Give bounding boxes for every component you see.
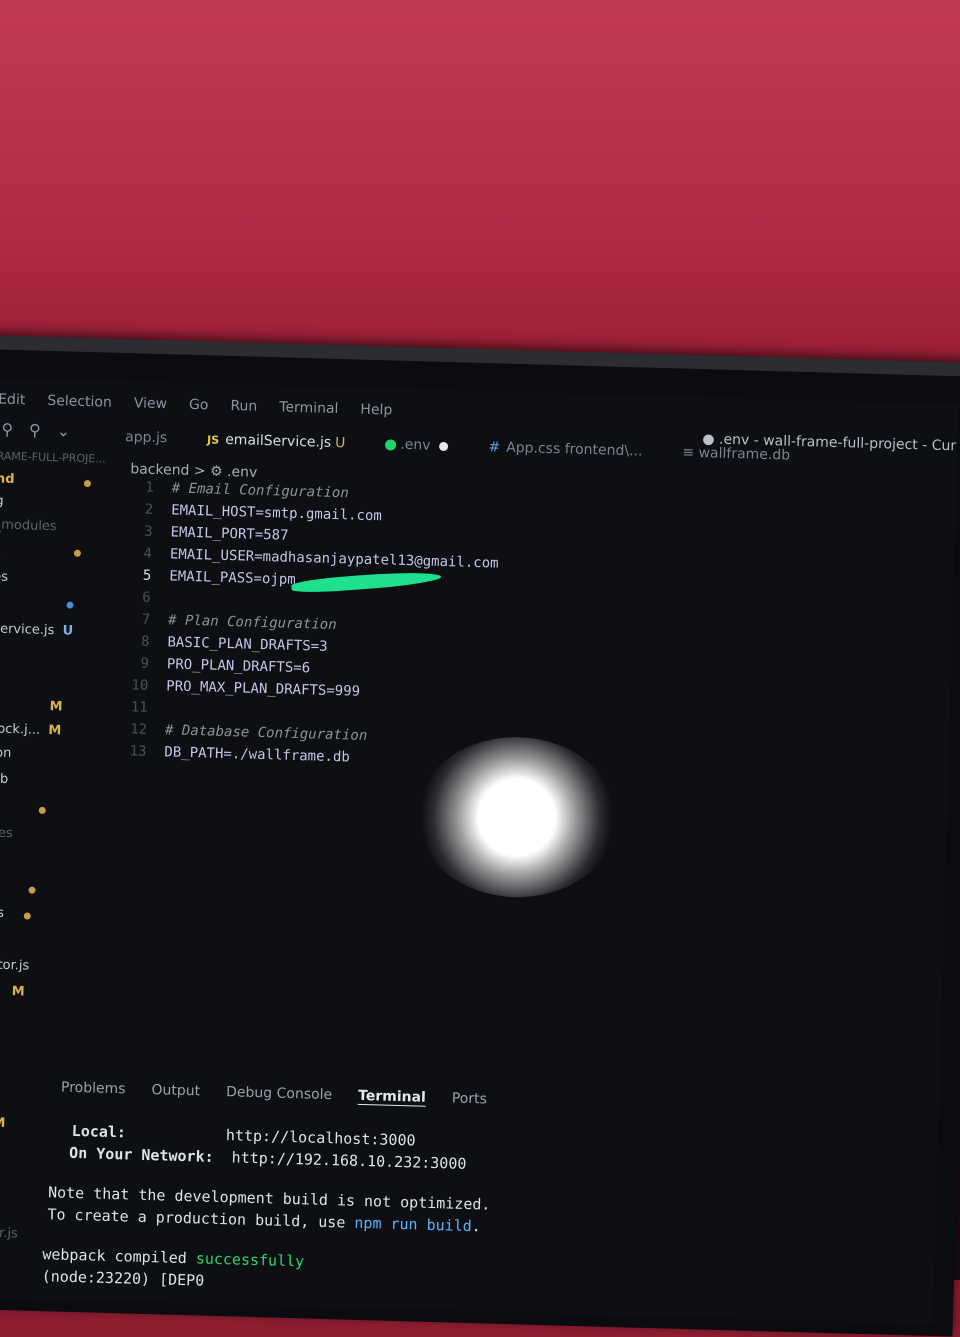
tab-env[interactable]: .env bbox=[385, 436, 449, 454]
gear-icon bbox=[385, 438, 397, 451]
code-line: 2 EMAIL_HOST=smtp.gmail.com bbox=[144, 501, 383, 525]
code-line: 10 PRO_MAX_PLAN_DRAFTS=999 bbox=[131, 677, 361, 700]
breadcrumb-folder[interactable]: backend bbox=[130, 461, 190, 479]
tab-label: emailService.js bbox=[224, 431, 332, 451]
sidebar-item[interactable]: ader.js bbox=[0, 1225, 18, 1241]
code-line: 9 PRO_PLAN_DRAFTS=6 bbox=[140, 655, 311, 677]
tab-label: app.js bbox=[124, 429, 168, 447]
menu-edit[interactable]: Edit bbox=[0, 392, 26, 409]
code-line: 13 DB_PATH=./wallframe.db bbox=[129, 743, 351, 766]
menu-bar: Edit Selection View Go Run Terminal Help bbox=[0, 392, 393, 419]
editor-tabs: app.js JS emailService.js U .env # App.css … bbox=[125, 429, 790, 464]
modified-badge: M bbox=[49, 699, 63, 715]
code-line: 6 bbox=[142, 589, 151, 606]
sidebar-item[interactable]: nd bbox=[0, 472, 15, 488]
modified-dot-icon bbox=[83, 479, 91, 488]
tab-email-service[interactable]: JS emailService.js U bbox=[207, 431, 346, 451]
gear-icon: ⚙ bbox=[209, 463, 223, 480]
sidebar-item[interactable]: js M bbox=[0, 1115, 6, 1131]
sidebar-item-label: -lock.j... bbox=[0, 721, 41, 738]
js-icon: JS bbox=[206, 433, 220, 447]
tab-output[interactable]: Output bbox=[151, 1082, 200, 1100]
modified-dot-icon bbox=[73, 549, 82, 557]
tab-app-css[interactable]: # App.css frontend\... bbox=[488, 439, 642, 459]
search-icon[interactable]: ⚲ bbox=[1, 420, 13, 439]
sidebar-item-package-lock[interactable]: -lock.j... M bbox=[0, 721, 61, 738]
sidebar-item-email-service[interactable]: Service.js U bbox=[0, 621, 73, 638]
code-line: 8 BASIC_PLAN_DRAFTS=3 bbox=[140, 633, 328, 655]
code-line: 3 EMAIL_PORT=587 bbox=[143, 523, 289, 544]
sidebar-item[interactable]: nts bbox=[0, 905, 4, 921]
code-line: 1 # Email Configuration bbox=[145, 479, 349, 502]
menu-selection[interactable]: Selection bbox=[47, 393, 112, 411]
chevron-down-icon[interactable]: ⌄ bbox=[57, 421, 71, 440]
tab-wallframe-db[interactable]: ≡ wallframe.db bbox=[682, 445, 790, 464]
sidebar-item[interactable]: .db bbox=[0, 771, 8, 787]
menu-terminal[interactable]: Terminal bbox=[279, 399, 339, 417]
untracked-badge: U bbox=[334, 434, 346, 452]
sidebar-item[interactable]: s bbox=[0, 545, 1, 560]
laptop-bezel: Edit Selection View Go Run Terminal Help… bbox=[0, 335, 960, 1337]
breadcrumb: backend > ⚙ .env bbox=[130, 461, 257, 481]
code-line: 4 EMAIL_USER=madhasanjaypatel13@gmail.com bbox=[143, 545, 499, 572]
explorer-sidebar: RAME-FULL-PROJE... nd g _modules s es Se… bbox=[0, 450, 117, 1242]
tab-debug-console[interactable]: Debug Console bbox=[226, 1084, 332, 1104]
terminal-line: webpack compiled successfully bbox=[42, 1245, 305, 1271]
redaction-scribble bbox=[291, 569, 443, 595]
breadcrumb-separator: > bbox=[193, 463, 206, 480]
unsaved-dot-icon bbox=[439, 441, 449, 451]
source-control-icon[interactable]: ⚲ bbox=[29, 420, 41, 439]
terminal-line: (node:23220) [DEP0 bbox=[41, 1267, 205, 1290]
untracked-dot-icon bbox=[66, 601, 74, 609]
modified-dot-icon bbox=[23, 912, 31, 920]
tab-label: App.css frontend\... bbox=[505, 439, 643, 460]
file-icon: ≡ bbox=[682, 444, 699, 462]
modified-badge: M bbox=[0, 1115, 6, 1132]
modified-dot-icon bbox=[38, 806, 46, 815]
sidebar-item[interactable]: g bbox=[0, 493, 4, 508]
tab-problems[interactable]: Problems bbox=[61, 1080, 126, 1099]
menu-run[interactable]: Run bbox=[230, 398, 257, 415]
tab-ports[interactable]: Ports bbox=[452, 1090, 487, 1108]
code-line: 7 # Plan Configuration bbox=[141, 611, 337, 634]
code-line-current: 5 EMAIL_PASS=ojpm bbox=[123, 567, 443, 595]
modified-badge: M bbox=[48, 723, 62, 739]
tab-label: .env bbox=[400, 436, 431, 454]
light-glare bbox=[414, 734, 619, 900]
vscode-window: Edit Selection View Go Run Terminal Help… bbox=[0, 377, 959, 1324]
modified-badge: M bbox=[11, 984, 25, 1000]
sidebar-item[interactable]: es bbox=[0, 569, 8, 584]
hash-icon: # bbox=[488, 439, 501, 456]
code-line: 11 bbox=[130, 699, 148, 716]
modified-dot-icon bbox=[28, 886, 36, 894]
sidebar-item[interactable]: ules bbox=[0, 825, 13, 841]
tab-app-js[interactable]: app.js bbox=[125, 429, 167, 446]
sidebar-item[interactable]: _modules bbox=[0, 517, 57, 534]
explorer-toolbar: ⚲ ⚲ ⌄ bbox=[1, 420, 70, 441]
sidebar-item-label: Service.js bbox=[0, 621, 55, 639]
tab-terminal[interactable]: Terminal bbox=[357, 1087, 427, 1107]
menu-view[interactable]: View bbox=[134, 395, 168, 412]
menu-help[interactable]: Help bbox=[360, 402, 392, 419]
untracked-badge: U bbox=[62, 623, 74, 639]
tab-label: wallframe.db bbox=[698, 445, 791, 464]
panel-tabs: Problems Output Debug Console Terminal P… bbox=[61, 1080, 487, 1109]
breadcrumb-file[interactable]: .env bbox=[227, 464, 258, 481]
menu-go[interactable]: Go bbox=[189, 397, 209, 414]
sidebar-item[interactable]: ector.js bbox=[0, 957, 29, 973]
code-line: 12 # Database Configuration bbox=[129, 721, 368, 744]
sidebar-item[interactable]: son bbox=[0, 745, 12, 761]
explorer-header: RAME-FULL-PROJE... bbox=[0, 449, 106, 466]
